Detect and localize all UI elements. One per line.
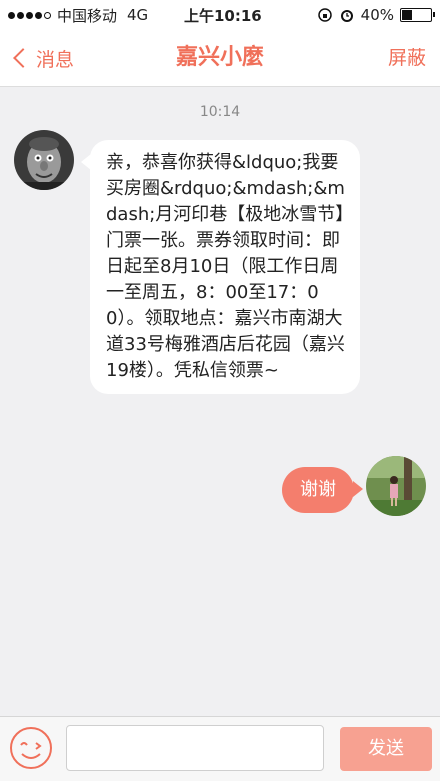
block-button[interactable]: 屏蔽 [388,30,426,86]
message-timestamp: 10:14 [199,104,241,120]
user-avatar[interactable] [366,456,426,516]
emoji-icon[interactable] [8,725,54,771]
signal-strength-icon [8,11,51,19]
battery-percent: 40% [360,6,394,24]
status-time: 上午10:16 [184,6,262,25]
rotation-lock-icon [317,8,332,22]
incoming-message-bubble[interactable]: 亲，恭喜你获得&ldquo;我要买房圈&rdquo;&mdash;&mdash;… [81,140,360,394]
input-bar: 发送 [0,716,440,781]
status-bar: 中国移动 4G 上午10:16 40% [0,0,440,30]
battery-icon [400,8,435,22]
send-button[interactable]: 发送 [340,727,432,771]
network-type: 4G [127,6,149,24]
sender-avatar[interactable] [14,130,74,190]
nav-bar: 消息 嘉兴小麼 屏蔽 [0,30,440,87]
alarm-icon [340,10,353,22]
carrier-name: 中国移动 [57,6,118,25]
message-input[interactable] [66,725,324,771]
outgoing-message-bubble[interactable]: 谢谢 [282,467,363,513]
page-title: 嘉兴小麼 [175,45,264,70]
